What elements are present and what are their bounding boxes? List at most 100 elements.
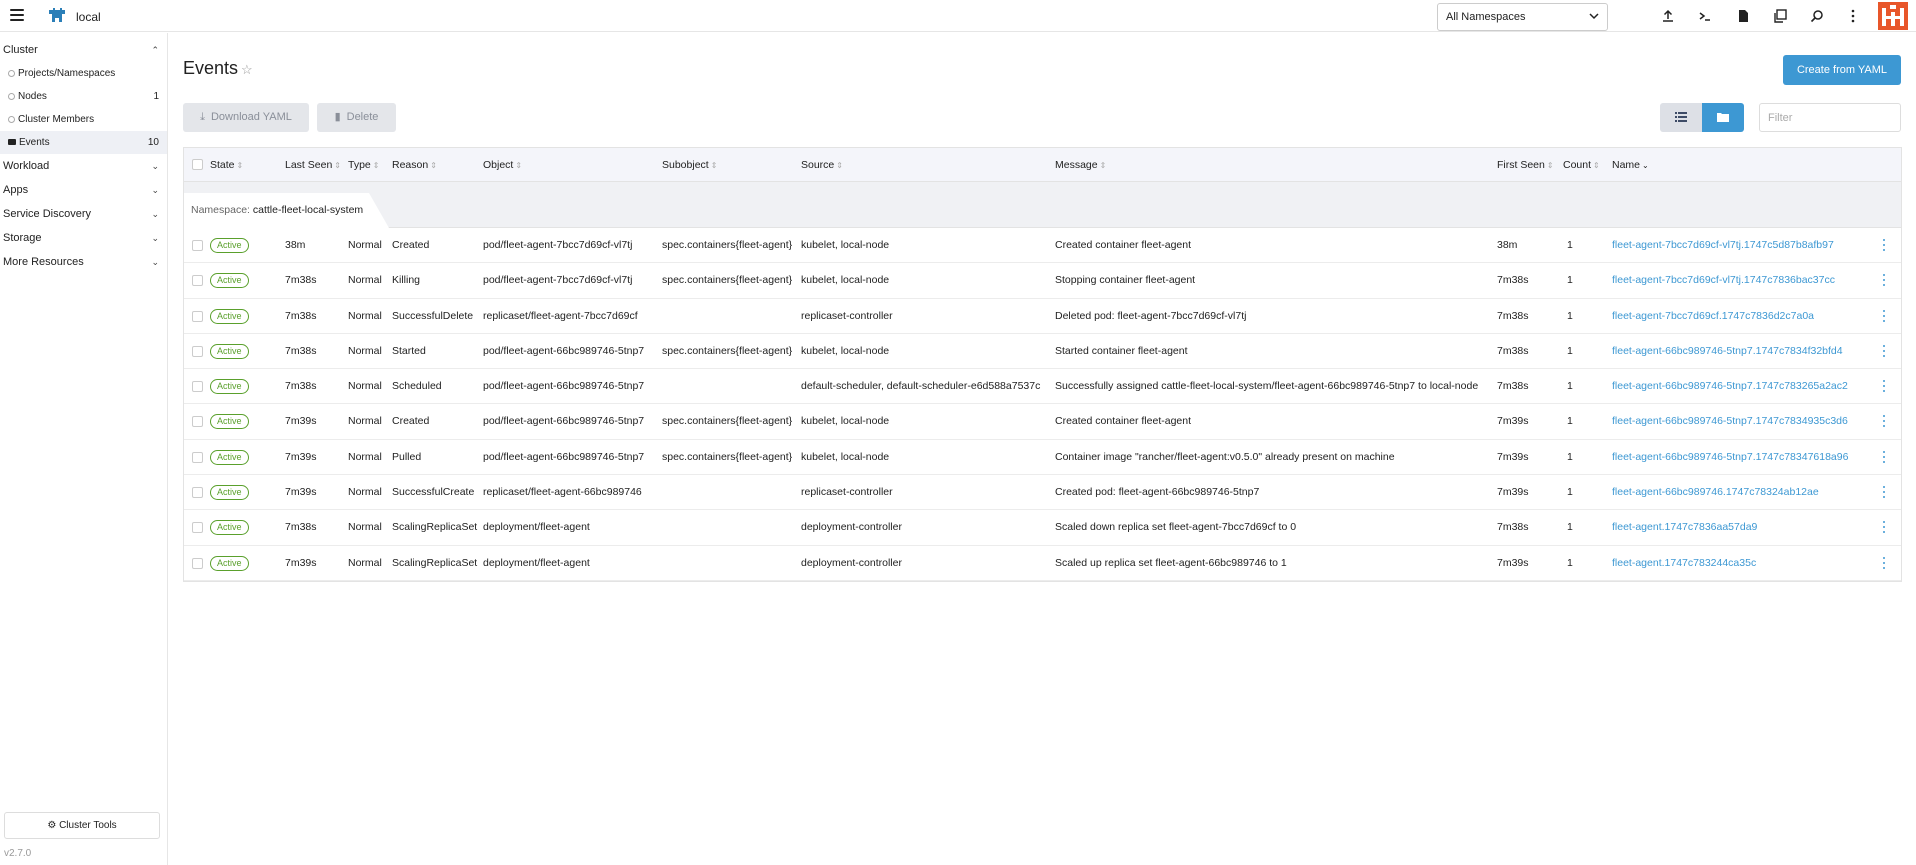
column-header-source[interactable]: Source ⇕ — [801, 148, 843, 183]
column-header-last-seen[interactable]: Last Seen ⇕ — [285, 148, 341, 183]
import-yaml-icon[interactable] — [1661, 9, 1675, 23]
cell-source: kubelet, local-node — [801, 274, 890, 287]
column-header-reason[interactable]: Reason ⇕ — [392, 148, 437, 183]
table-row[interactable]: Active 7m38s Normal SuccessfulDelete replica… — [184, 299, 1901, 334]
row-checkbox[interactable] — [192, 522, 203, 534]
namespace-icon — [8, 70, 15, 77]
select-all-checkbox[interactable] — [192, 159, 203, 170]
event-name-link[interactable]: fleet-agent-7bcc7d69cf-vl7tj.1747c5d87b8… — [1612, 228, 1834, 263]
create-from-yaml-button[interactable]: Create from YAML — [1783, 55, 1901, 85]
more-options-icon[interactable] — [1846, 9, 1860, 23]
cell-count: 1 — [1567, 415, 1573, 428]
column-header-count[interactable]: Count ⇕ — [1563, 148, 1600, 183]
column-header-name[interactable]: Name ⌄ — [1612, 148, 1649, 183]
cell-type: Normal — [348, 415, 382, 428]
cell-message: Created container fleet-agent — [1055, 239, 1192, 251]
event-name-link[interactable]: fleet-agent-66bc989746-5tnp7.1747c783265… — [1612, 369, 1848, 404]
event-name-link[interactable]: fleet-agent-66bc989746-5tnp7.1747c783476… — [1612, 440, 1848, 475]
cluster-tools-button[interactable]: ⚙ Cluster Tools — [4, 812, 160, 839]
delete-label: Delete — [346, 111, 379, 123]
cell-first-seen: 7m39s — [1497, 556, 1529, 569]
status-badge: Active — [210, 485, 249, 501]
sidebar-item-projects-namespaces[interactable]: Projects/Namespaces — [0, 62, 167, 85]
trash-icon: ▮ — [334, 111, 341, 123]
kubectl-shell-icon[interactable] — [1698, 9, 1712, 23]
sidebar-group-workload[interactable]: Workload ⌄ — [0, 154, 167, 178]
cell-reason: ScalingReplicaSet — [392, 521, 478, 534]
sidebar-item-cluster-members[interactable]: Cluster Members — [0, 108, 167, 131]
row-actions-icon[interactable] — [1882, 450, 1886, 464]
table-row[interactable]: Active 7m39s Normal Pulled pod/fleet-agent-6… — [184, 440, 1901, 476]
column-header-state[interactable]: State ⇕ — [210, 148, 243, 183]
table-row[interactable]: Active 7m38s Normal Scheduled pod/fleet-agen… — [184, 369, 1901, 405]
delete-button[interactable]: ▮ Delete — [317, 103, 396, 132]
sidebar-item-nodes[interactable]: Nodes 1 — [0, 85, 167, 108]
sidebar-group-cluster[interactable]: Cluster ⌃ — [0, 38, 167, 62]
sidebar-group-apps[interactable]: Apps ⌄ — [0, 178, 167, 202]
event-name-link[interactable]: fleet-agent-7bcc7d69cf.1747c7836d2c7a0a — [1612, 299, 1814, 334]
column-header-first-seen[interactable]: First Seen ⇕ — [1497, 148, 1554, 183]
sidebar-group-more-resources[interactable]: More Resources ⌄ — [0, 250, 167, 274]
row-checkbox[interactable] — [192, 557, 203, 569]
row-actions-icon[interactable] — [1882, 274, 1886, 287]
filter-input[interactable] — [1759, 103, 1901, 132]
search-icon[interactable] — [1810, 9, 1824, 23]
row-actions-icon[interactable] — [1882, 344, 1886, 358]
row-checkbox[interactable] — [192, 345, 203, 357]
event-name-link[interactable]: fleet-agent-7bcc7d69cf-vl7tj.1747c7836ba… — [1612, 263, 1835, 298]
column-header-object[interactable]: Object ⇕ — [483, 148, 522, 183]
table-row[interactable]: Active 7m39s Normal Created pod/fleet-agent-… — [184, 404, 1901, 440]
table-row[interactable]: Active 7m39s Normal SuccessfulCreate replica… — [184, 475, 1901, 511]
row-checkbox[interactable] — [192, 240, 203, 251]
sidebar-group-service-discovery[interactable]: Service Discovery ⌄ — [0, 202, 167, 226]
row-checkbox[interactable] — [192, 487, 203, 499]
cell-source: kubelet, local-node — [801, 344, 890, 357]
event-name-link[interactable]: fleet-agent.1747c7836aa57da9 — [1612, 510, 1757, 545]
row-actions-icon[interactable] — [1882, 380, 1886, 393]
row-actions-icon[interactable] — [1882, 486, 1886, 499]
table-row[interactable]: Active 7m39s Normal ScalingReplicaSet deploy… — [184, 546, 1901, 581]
row-actions-icon[interactable] — [1882, 556, 1886, 570]
cell-type: Normal — [348, 450, 382, 463]
sidebar-item-label: Projects/Namespaces — [18, 68, 116, 79]
row-checkbox[interactable] — [192, 451, 203, 463]
event-name-link[interactable]: fleet-agent.1747c783244ca35c — [1612, 546, 1756, 581]
sort-icon: ⇕ — [236, 161, 244, 170]
sort-icon: ⇕ — [1546, 161, 1554, 170]
column-header-label: Count — [1563, 159, 1592, 171]
table-row[interactable]: Active 7m38s Normal ScalingReplicaSet deploy… — [184, 510, 1901, 546]
event-name-link[interactable]: fleet-agent-66bc989746-5tnp7.1747c7834f3… — [1612, 334, 1843, 369]
row-checkbox[interactable] — [192, 310, 203, 322]
sidebar-group-storage[interactable]: Storage ⌄ — [0, 226, 167, 250]
column-header-type[interactable]: Type ⇕ — [348, 148, 379, 183]
column-header-message[interactable]: Message ⇕ — [1055, 148, 1106, 183]
cell-last-seen: 7m38s — [285, 274, 317, 287]
table-row[interactable]: Active 7m38s Normal Killing pod/fleet-agent-… — [184, 263, 1901, 299]
column-header-subobject[interactable]: Subobject ⇕ — [662, 148, 717, 183]
kubeconfig-download-icon[interactable] — [1736, 9, 1750, 23]
group-by-namespace-button[interactable] — [1702, 103, 1744, 132]
menu-icon[interactable] — [10, 9, 24, 21]
table-row[interactable]: Active 7m38s Normal Started pod/fleet-agent-… — [184, 334, 1901, 370]
row-checkbox[interactable] — [192, 416, 203, 428]
event-name-link[interactable]: fleet-agent-66bc989746.1747c78324ab12ae — [1612, 475, 1819, 510]
favorite-star-icon[interactable]: ☆ — [241, 62, 253, 78]
copy-kubeconfig-icon[interactable] — [1773, 9, 1787, 23]
user-avatar[interactable] — [1878, 2, 1908, 30]
table-row[interactable]: Active 38m Normal Created pod/fleet-agent-7b… — [184, 228, 1901, 264]
column-header-label: Source — [801, 159, 835, 171]
namespace-select[interactable]: All Namespaces — [1437, 3, 1608, 31]
cell-object: pod/fleet-agent-7bcc7d69cf-vl7tj — [483, 239, 633, 251]
row-actions-icon[interactable] — [1882, 309, 1886, 323]
cell-first-seen: 7m39s — [1497, 450, 1529, 463]
row-checkbox[interactable] — [192, 381, 203, 393]
flat-list-view-button[interactable] — [1660, 103, 1702, 132]
download-yaml-button[interactable]: ⤓ Download YAML — [183, 103, 309, 132]
table-body: Active 38m Normal Created pod/fleet-agent-7b… — [184, 228, 1901, 581]
row-actions-icon[interactable] — [1882, 415, 1886, 428]
row-actions-icon[interactable] — [1882, 521, 1886, 534]
event-name-link[interactable]: fleet-agent-66bc989746-5tnp7.1747c783493… — [1612, 404, 1848, 439]
row-actions-icon[interactable] — [1882, 239, 1886, 252]
row-checkbox[interactable] — [192, 275, 203, 287]
sidebar-item-events[interactable]: Events 10 — [0, 131, 167, 154]
